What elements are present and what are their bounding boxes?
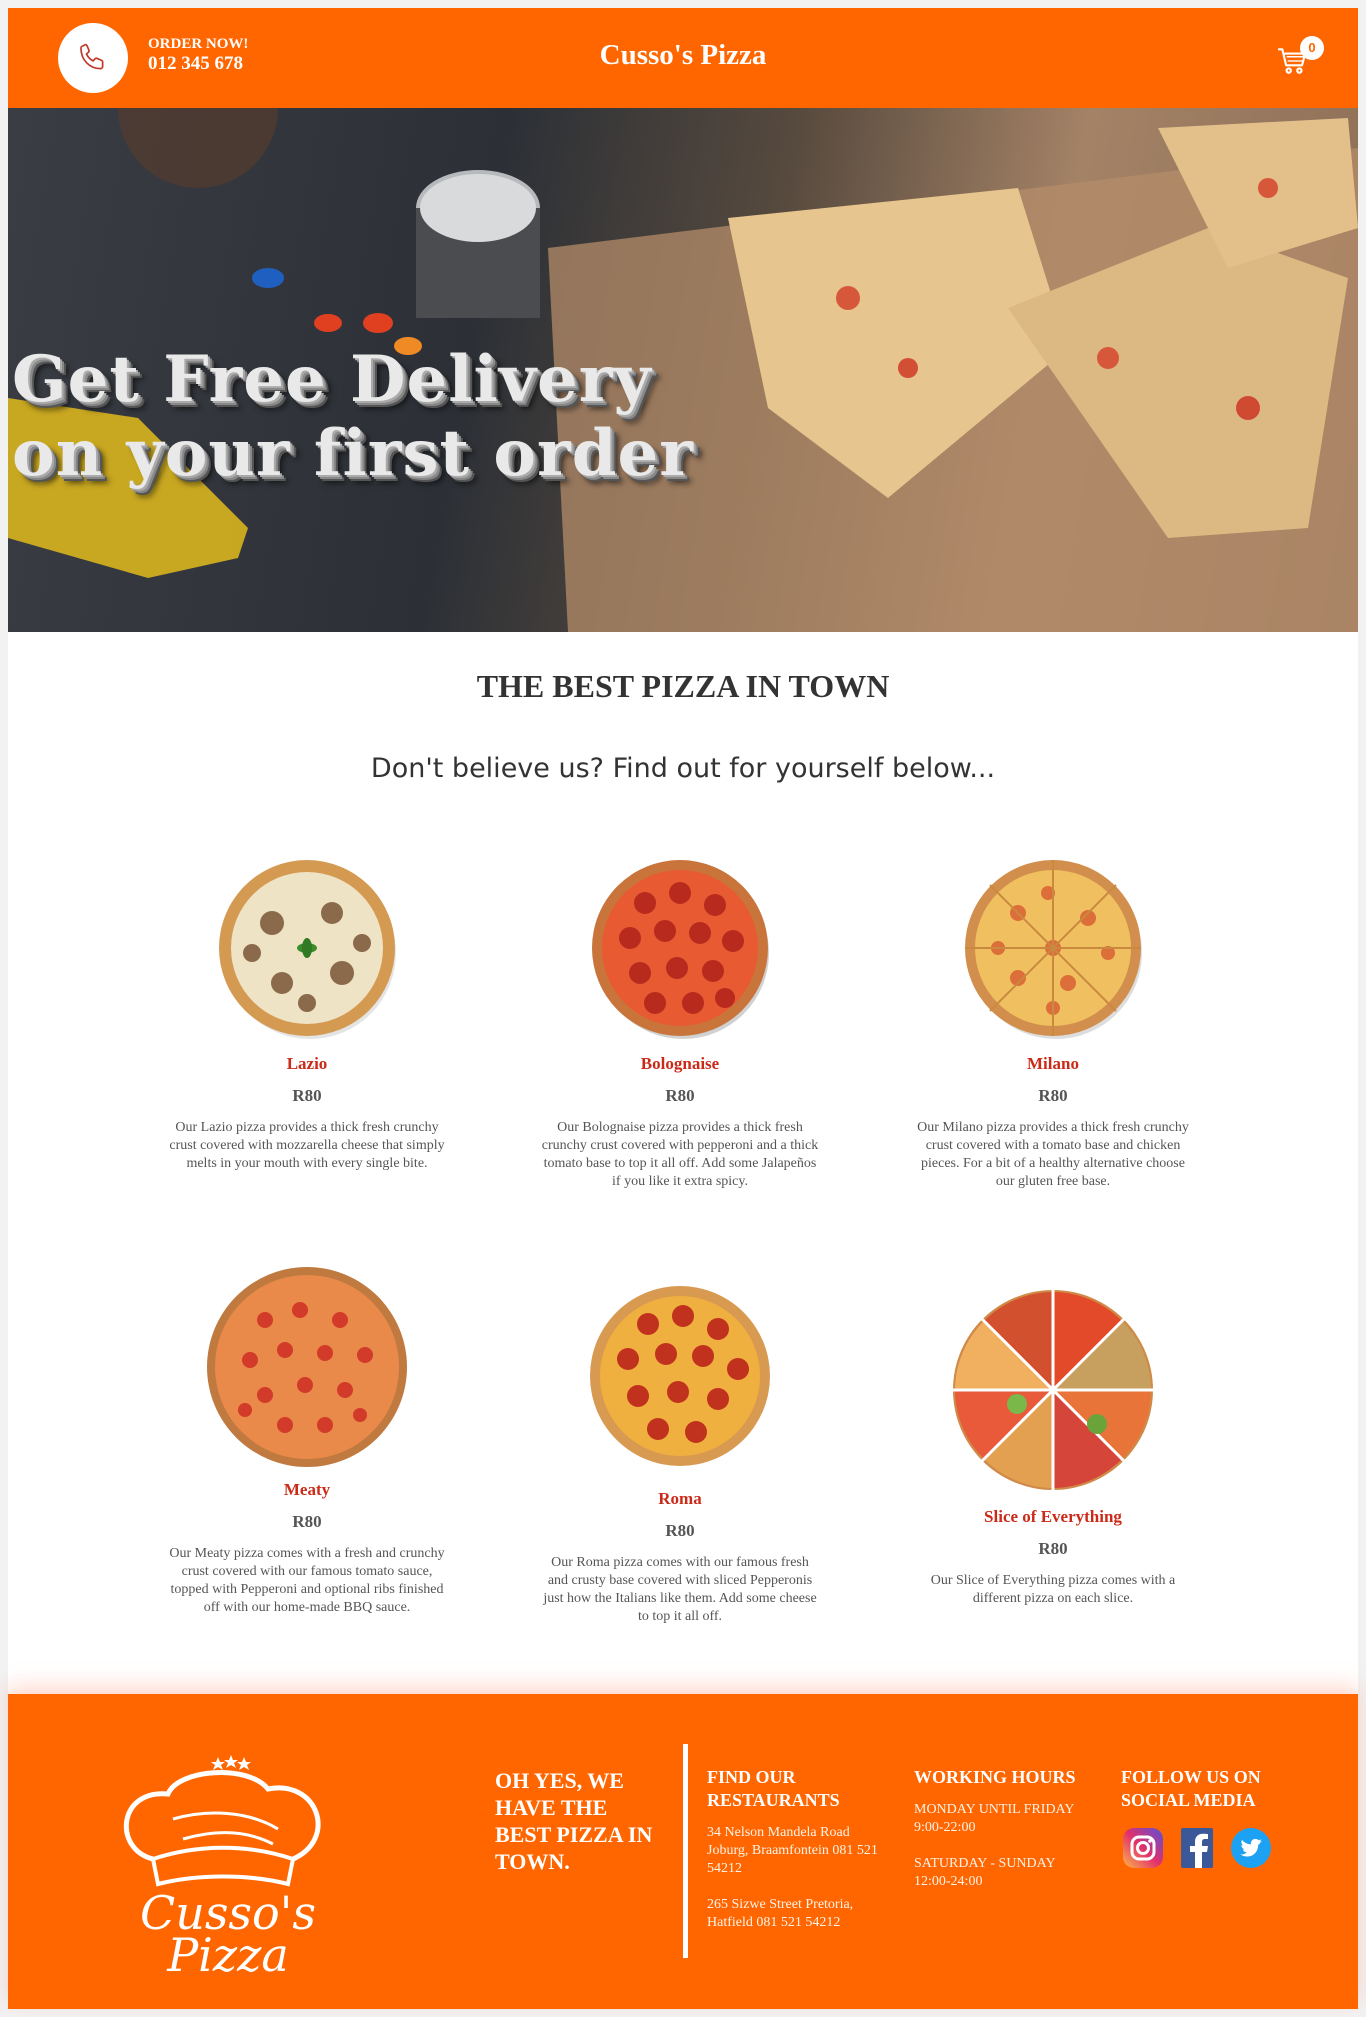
pizza-name[interactable]: Milano xyxy=(903,1053,1203,1075)
pizza-image-lazio xyxy=(219,860,396,1039)
pizza-card-bolognaise[interactable]: Bolognaise R80 Our Bolognaise pizza prov… xyxy=(530,853,830,1191)
footer-divider xyxy=(683,1744,688,1958)
pizza-name[interactable]: Lazio xyxy=(157,1053,457,1075)
weekend-hours: SATURDAY - SUNDAY 12:00-24:00 xyxy=(914,1856,1056,1889)
hours-column: WORKING HOURS MONDAY UNTIL FRIDAY 9:00-2… xyxy=(914,1766,1079,1891)
cart-button[interactable]: 0 xyxy=(1276,34,1326,84)
page: ORDER NOW! 012 345 678 Cusso's Pizza 0 G… xyxy=(8,8,1358,2009)
pizza-name[interactable]: Slice of Everything xyxy=(903,1506,1203,1528)
pizza-card-milano[interactable]: Milano R80 Our Milano pizza provides a t… xyxy=(903,853,1203,1191)
site-title[interactable]: Cusso's Pizza xyxy=(8,39,1358,72)
social-icons xyxy=(1121,1826,1301,1870)
restaurant-address-2: 265 Sizwe Street Pretoria, Hatfield 081 … xyxy=(707,1897,854,1930)
twitter-icon xyxy=(1231,1828,1271,1868)
pizza-image-milano xyxy=(965,860,1142,1039)
footer-tagline: OH YES, WE HAVE THE BEST PIZZA IN TOWN. xyxy=(495,1768,653,1874)
pizza-card-slice-of-everything[interactable]: Slice of Everything R80 Our Slice of Eve… xyxy=(903,1284,1203,1608)
pizza-price: R80 xyxy=(292,1512,322,1531)
pizza-description: Our Slice of Everything pizza comes with… xyxy=(930,1573,1176,1606)
facebook-link[interactable] xyxy=(1175,1826,1219,1870)
hero-headline: Get Free Delivery on your first order xyxy=(12,343,694,491)
site-footer: Cusso's Pizza OH YES, WE HAVE THE BEST P… xyxy=(8,1694,1358,2009)
section-title: THE BEST PIZZA IN TOWN xyxy=(476,668,890,704)
restaurants-column: FIND OUR RESTAURANTS 34 Nelson Mandela R… xyxy=(707,1766,882,1932)
facebook-icon xyxy=(1181,1828,1213,1868)
pizza-card-roma[interactable]: Roma R80 Our Roma pizza comes with our f… xyxy=(530,1274,830,1626)
social-column: FOLLOW US ON SOCIAL MEDIA xyxy=(1121,1766,1301,1870)
pizza-name[interactable]: Meaty xyxy=(157,1479,457,1501)
cart-count-badge: 0 xyxy=(1300,36,1324,60)
cusso-logo[interactable]: Cusso's Pizza xyxy=(98,1749,358,1979)
instagram-link[interactable] xyxy=(1121,1826,1165,1870)
pizza-card-meaty[interactable]: Meaty R80 Our Meaty pizza comes with a f… xyxy=(157,1265,457,1617)
pizza-description: Our Lazio pizza provides a thick fresh c… xyxy=(169,1120,445,1171)
pizza-price: R80 xyxy=(292,1086,322,1105)
hours-heading: WORKING HOURS xyxy=(914,1767,1076,1787)
pizza-name[interactable]: Roma xyxy=(530,1488,830,1510)
pizza-price: R80 xyxy=(665,1521,695,1540)
pizza-name[interactable]: Bolognaise xyxy=(530,1053,830,1075)
hero-line-1: Get Free Delivery xyxy=(12,342,652,417)
pizza-description: Our Bolognaise pizza provides a thick fr… xyxy=(541,1120,819,1189)
weekday-hours: MONDAY UNTIL FRIDAY 9:00-22:00 xyxy=(914,1802,1074,1835)
pizza-description: Our Roma pizza comes with our famous fre… xyxy=(543,1555,817,1624)
instagram-icon xyxy=(1123,1828,1163,1868)
pizza-price: R80 xyxy=(665,1086,695,1105)
logo-text-bottom: Pizza xyxy=(166,1928,289,1979)
hero-line-2: on your first order xyxy=(12,416,694,491)
restaurant-address-1: 34 Nelson Mandela Road Joburg, Braamfont… xyxy=(707,1825,878,1876)
restaurants-heading: FIND OUR RESTAURANTS xyxy=(707,1767,840,1810)
top-header: ORDER NOW! 012 345 678 Cusso's Pizza 0 xyxy=(8,8,1358,108)
pizza-description: Our Milano pizza provides a thick fresh … xyxy=(917,1120,1189,1189)
hero-banner: Get Free Delivery on your first order xyxy=(8,108,1358,632)
pizza-price: R80 xyxy=(1038,1539,1068,1558)
pizza-description: Our Meaty pizza comes with a fresh and c… xyxy=(169,1546,445,1615)
section-subtitle: Don't believe us? Find out for yourself … xyxy=(370,753,996,784)
pizza-image-slice-of-everything xyxy=(953,1290,1153,1490)
pizza-image-bolognaise xyxy=(592,860,769,1039)
twitter-link[interactable] xyxy=(1229,1826,1273,1870)
pizza-image-meaty xyxy=(207,1267,407,1467)
social-heading: FOLLOW US ON SOCIAL MEDIA xyxy=(1121,1767,1261,1810)
pizza-image-roma xyxy=(590,1286,770,1466)
pizza-price: R80 xyxy=(1038,1086,1068,1105)
pizza-card-lazio[interactable]: Lazio R80 Our Lazio pizza provides a thi… xyxy=(157,853,457,1173)
